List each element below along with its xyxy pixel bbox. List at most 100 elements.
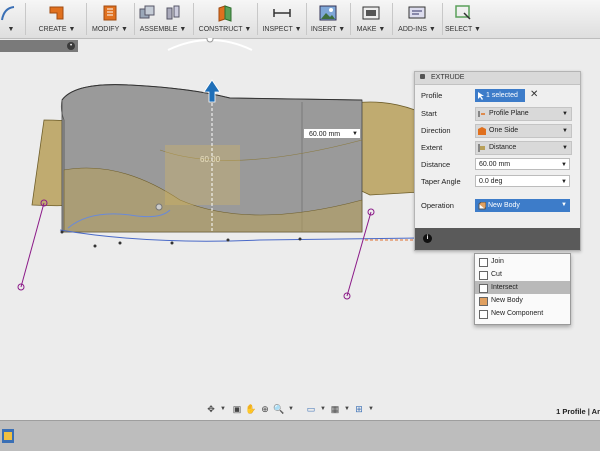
toolbar-group-insert[interactable]: INSERT ▼ [308, 0, 348, 38]
toolbar-group-construct[interactable]: CONSTRUCT ▼ [196, 0, 254, 38]
distance-input[interactable]: 60.00 mm ▼ [475, 158, 570, 170]
extent-value: Distance [489, 144, 517, 151]
clear-selection-icon[interactable]: ✕ [530, 89, 538, 101]
chevron-down-icon[interactable]: ▼ [341, 403, 353, 415]
profile-selected-text: 1 selected [486, 92, 518, 99]
dialog-footer: i [415, 228, 580, 250]
extent-select[interactable]: Distance ▼ [475, 141, 572, 155]
extrude-dialog-header[interactable]: EXTRUDE [415, 72, 580, 85]
row-profile: Profile 1 selected ✕ [415, 89, 580, 103]
timeline-feature-icon[interactable] [2, 429, 14, 443]
display-settings-icon[interactable]: ▭ [305, 403, 317, 415]
toolbar-group-modify[interactable]: MODIFY ▼ [88, 0, 132, 38]
chevron-down-icon[interactable]: ▼ [285, 403, 297, 415]
cut-icon [479, 271, 488, 280]
label-profile: Profile [421, 91, 443, 100]
chevron-down-icon: ▼ [561, 202, 567, 208]
row-distance: Distance 60.00 mm ▼ [415, 158, 580, 172]
direction-select[interactable]: One Side ▼ [475, 124, 572, 138]
distance-dimension-input[interactable]: 60.00 mm ▼ [303, 128, 361, 139]
make-3d-print-icon [362, 6, 380, 20]
toolbar-label-inspect: INSPECT ▼ [262, 26, 302, 33]
chevron-down-icon[interactable]: ▼ [317, 403, 329, 415]
modify-icon [103, 5, 117, 21]
look-at-icon[interactable]: ▣ [231, 403, 243, 415]
chevron-down-icon: ▼ [562, 111, 568, 117]
row-start: Start Profile Plane ▼ [415, 107, 580, 121]
toolbar-label-select: SELECT ▼ [445, 26, 481, 33]
one-side-icon [478, 127, 486, 135]
toolbar-group-sketch[interactable]: ▼ [0, 0, 22, 38]
sketch-control-point[interactable] [155, 203, 163, 211]
sketch-points [60, 230, 302, 248]
viewports-icon[interactable]: ⊞ [353, 403, 365, 415]
option-label: New Body [491, 297, 523, 304]
orbit-handle[interactable] [206, 38, 214, 43]
toolbar-label-make: MAKE ▼ [356, 26, 386, 33]
zoom-icon[interactable]: ⊕ [259, 403, 271, 415]
info-icon[interactable]: i [423, 234, 432, 243]
row-direction: Direction One Side ▼ [415, 124, 580, 138]
start-value: Profile Plane [489, 110, 529, 117]
toolbar-label-add-ins: ADD-INS ▼ [398, 26, 436, 33]
toolbar-group-make[interactable]: MAKE ▼ [352, 0, 390, 38]
label-operation: Operation [421, 201, 454, 210]
toolbar-group-select[interactable]: SELECT ▼ [444, 0, 482, 38]
operation-option-cut[interactable]: Cut [475, 268, 570, 281]
operation-select[interactable]: New Body ▼ [475, 199, 570, 212]
option-label: Join [491, 258, 504, 265]
operation-value: New Body [488, 202, 520, 209]
measure-icon [273, 9, 291, 17]
assemble-component-icon [139, 5, 155, 19]
orbit-icon[interactable]: ✥ [205, 403, 217, 415]
extrude-dialog: EXTRUDE Profile 1 selected ✕ Start Profi… [414, 71, 581, 251]
row-operation: Operation New Body ▼ [415, 199, 580, 213]
dimension-value: 60.00 mm [309, 131, 341, 138]
toolbar-label-create: CREATE ▼ [38, 26, 76, 33]
operation-option-intersect[interactable]: Intersect [475, 281, 570, 294]
toolbar-label-modify: MODIFY ▼ [92, 26, 128, 33]
label-distance: Distance [421, 160, 451, 169]
profile-select-button[interactable]: 1 selected [475, 89, 525, 102]
select-icon [455, 5, 471, 20]
extrude-dialog-title: EXTRUDE [431, 74, 465, 81]
operation-option-new-body[interactable]: New Body [475, 294, 570, 307]
chevron-down-icon: ▼ [562, 128, 568, 134]
distance-value: 60.00 mm [479, 161, 511, 168]
row-taper-angle: Taper Angle 0.0 deg ▼ [415, 175, 580, 189]
direction-value: One Side [489, 127, 519, 134]
label-direction: Direction [421, 126, 451, 135]
ghost-dimension-text: 60.00 [200, 155, 221, 164]
start-select[interactable]: Profile Plane ▼ [475, 107, 572, 121]
operation-dropdown-menu: Join Cut Intersect New Body New Componen… [474, 253, 571, 325]
toolbar-group-assemble[interactable]: ASSEMBLE ▼ [136, 0, 190, 38]
chevron-down-icon[interactable]: ▼ [365, 403, 377, 415]
toolbar-label-construct: CONSTRUCT ▼ [198, 26, 252, 33]
taper-angle-input[interactable]: 0.0 deg ▼ [475, 175, 570, 187]
dialog-grip-icon [420, 74, 425, 79]
chevron-down-icon: ▼ [562, 145, 568, 151]
pan-icon[interactable]: ✋ [245, 403, 257, 415]
toolbar-label-assemble: ASSEMBLE ▼ [139, 26, 187, 33]
toolbar-group-inspect[interactable]: INSPECT ▼ [260, 0, 304, 38]
create-icon [49, 6, 64, 20]
main-toolbar: ▼ CREATE ▼ MODIFY ▼ ASSEMBLE ▼ CONSTRUCT… [0, 0, 600, 39]
zoom-window-icon[interactable]: 🔍 [273, 403, 285, 415]
add-ins-icon [408, 6, 426, 19]
profile-plane-icon [478, 111, 485, 117]
option-label: Cut [491, 271, 502, 278]
chevron-down-icon: ▼ [561, 179, 567, 185]
toolbar-group-create[interactable]: CREATE ▼ [28, 0, 86, 38]
grid-settings-icon[interactable]: ▦ [329, 403, 341, 415]
chevron-down-icon[interactable]: ▼ [217, 403, 229, 415]
label-start: Start [421, 109, 437, 118]
distance-extent-icon [478, 144, 485, 152]
insert-image-icon [319, 5, 337, 21]
taper-angle-value: 0.0 deg [479, 178, 503, 185]
operation-option-new-component[interactable]: New Component [475, 307, 570, 320]
new-body-icon [479, 297, 488, 306]
chevron-down-icon: ▼ [352, 131, 358, 137]
sketch-icon [1, 6, 15, 21]
operation-option-join[interactable]: Join [475, 255, 570, 268]
toolbar-group-add-ins[interactable]: ADD-INS ▼ [394, 0, 440, 38]
